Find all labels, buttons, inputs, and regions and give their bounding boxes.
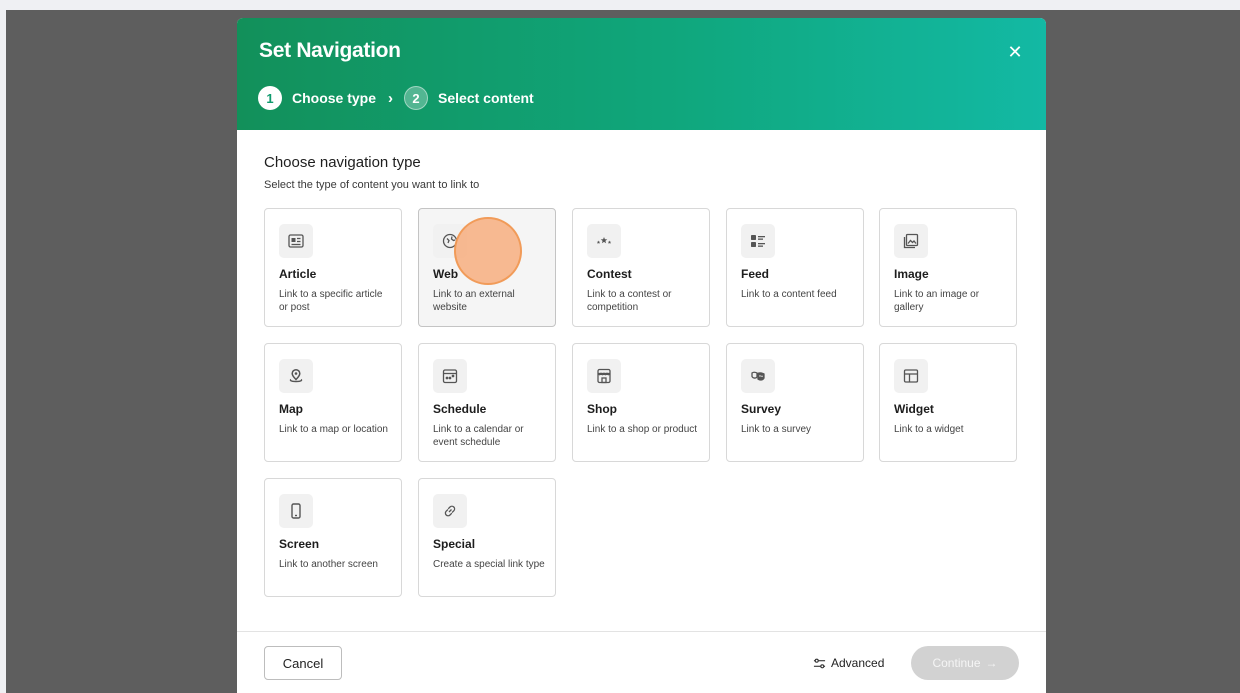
link-icon	[433, 494, 467, 528]
card-title: Schedule	[433, 402, 487, 416]
stars-icon	[587, 224, 621, 258]
widget-icon	[894, 359, 928, 393]
nav-type-card-feed[interactable]: Feed Link to a content feed	[726, 208, 864, 327]
card-title: Widget	[894, 402, 934, 416]
chevron-right-icon: ›	[388, 89, 394, 107]
stepper: 1 Choose type › 2 Select content	[258, 85, 534, 111]
section-subtitle: Select the type of content you want to l…	[264, 179, 480, 191]
click-indicator	[454, 217, 522, 285]
card-title: Shop	[587, 402, 617, 416]
section-title: Choose navigation type	[264, 154, 421, 171]
image-icon	[894, 224, 928, 258]
step-label: Select content	[438, 90, 534, 106]
card-description: Link to a survey	[741, 424, 812, 435]
nav-type-card-contest[interactable]: Contest Link to a contest or competition	[572, 208, 710, 327]
continue-button[interactable]: Continue →	[911, 646, 1019, 680]
step-select-content: 2 Select content	[404, 86, 534, 110]
nav-type-card-image[interactable]: Image Link to an image or gallery	[879, 208, 1017, 327]
nav-type-card-map[interactable]: Map Link to a map or location	[264, 343, 402, 462]
card-description: Link to an image or gallery	[894, 289, 980, 313]
step-number: 2	[404, 86, 429, 110]
step-choose-type: 1 Choose type	[258, 86, 376, 110]
card-description: Link to a content feed	[741, 289, 837, 300]
nav-type-card-schedule[interactable]: Schedule Link to a calendar or event sch…	[418, 343, 556, 462]
shop-icon	[587, 359, 621, 393]
nav-type-card-widget[interactable]: Widget Link to a widget	[879, 343, 1017, 462]
card-description: Link to a specific article or post	[279, 289, 383, 313]
nav-type-card-survey[interactable]: Survey Link to a survey	[726, 343, 864, 462]
card-title: Article	[279, 267, 317, 281]
step-number: 1	[258, 86, 282, 110]
card-title: Contest	[587, 267, 632, 281]
survey-icon	[741, 359, 775, 393]
nav-type-card-screen[interactable]: Screen Link to another screen	[264, 478, 402, 597]
card-title: Feed	[741, 267, 770, 281]
dialog-title: Set Navigation	[259, 39, 401, 62]
nav-type-card-shop[interactable]: Shop Link to a shop or product	[572, 343, 710, 462]
card-title: Screen	[279, 537, 320, 551]
nav-type-card-special[interactable]: Special Create a special link type	[418, 478, 556, 597]
card-description: Link to a calendar or event schedule	[433, 424, 524, 448]
feed-icon	[741, 224, 775, 258]
advanced-button[interactable]: Advanced	[813, 654, 884, 672]
dialog-header: Set Navigation ✕ 1 Choose type › 2 Selec…	[237, 18, 1046, 130]
nav-type-card-article[interactable]: Article Link to a specific article or po…	[264, 208, 402, 327]
card-title: Web	[433, 267, 459, 281]
calendar-icon	[433, 359, 467, 393]
cancel-button[interactable]: Cancel	[264, 646, 342, 680]
card-description: Link to an external website	[433, 289, 515, 313]
arrow-right-icon: →	[985, 656, 998, 670]
card-title: Survey	[741, 402, 782, 416]
card-description: Link to another screen	[279, 559, 378, 570]
card-description: Link to a shop or product	[587, 424, 698, 435]
article-icon	[279, 224, 313, 258]
card-description: Link to a contest or competition	[587, 289, 672, 313]
close-icon: ✕	[1007, 42, 1023, 62]
card-description: Link to a widget	[894, 424, 964, 435]
close-button[interactable]: ✕	[1005, 42, 1025, 62]
card-description: Link to a map or location	[279, 424, 388, 435]
step-label: Choose type	[292, 90, 377, 106]
phone-icon	[279, 494, 313, 528]
card-title: Special	[433, 537, 476, 551]
card-title: Map	[279, 402, 303, 416]
set-navigation-dialog: Set Navigation ✕ 1 Choose type › 2 Selec…	[237, 18, 1046, 693]
card-title: Image	[894, 267, 929, 281]
continue-label: Continue	[932, 656, 981, 670]
advanced-label: Advanced	[831, 656, 885, 670]
map-pin-icon	[279, 359, 313, 393]
footer-divider	[237, 631, 1046, 632]
sliders-icon	[813, 658, 826, 668]
card-description: Create a special link type	[433, 559, 545, 570]
